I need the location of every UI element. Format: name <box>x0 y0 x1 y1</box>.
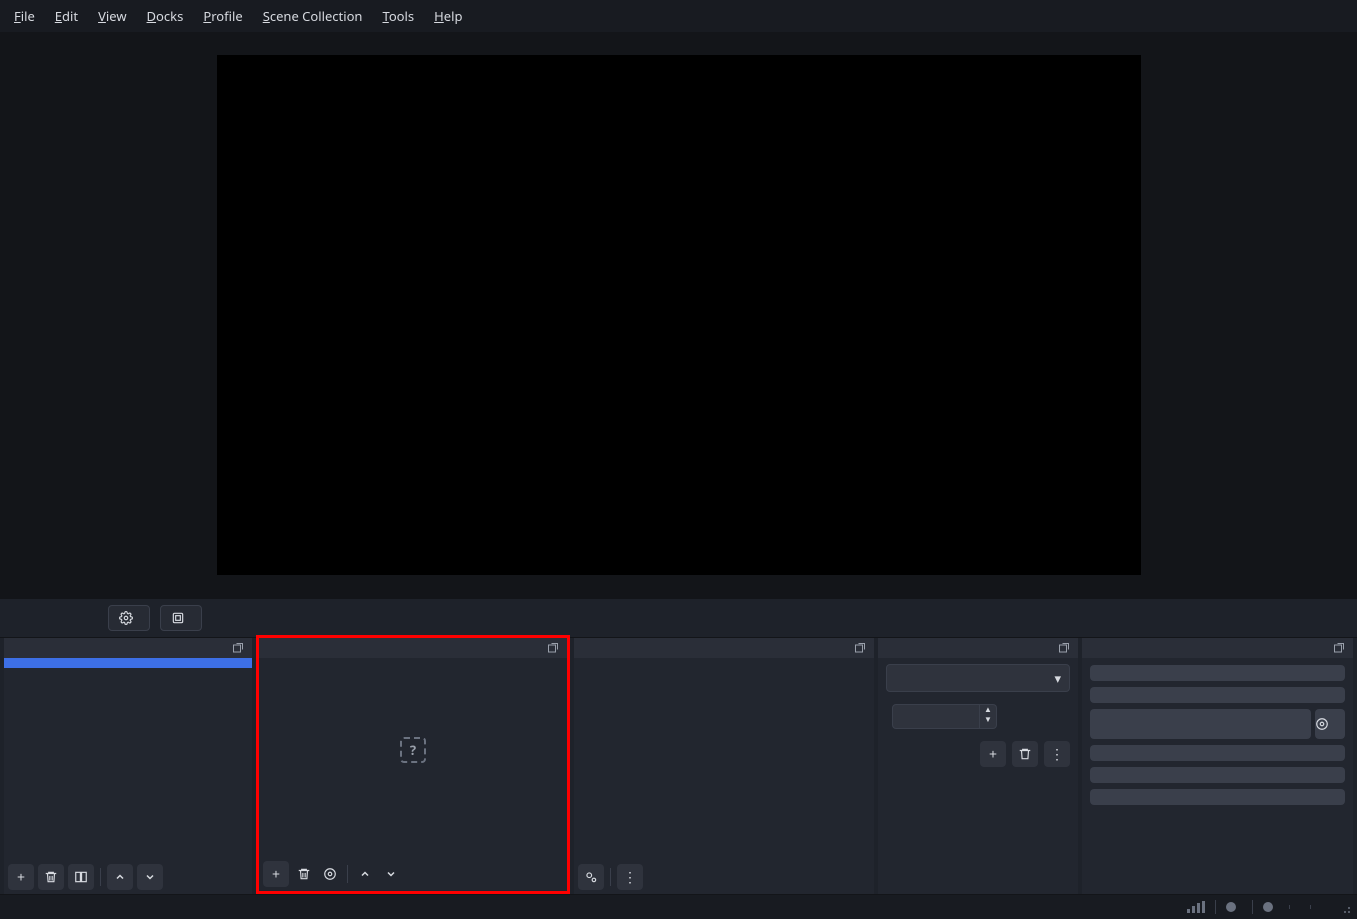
transition-menu-button[interactable]: ⋮ <box>1044 741 1070 767</box>
scene-item[interactable] <box>4 658 252 668</box>
gear-icon <box>119 611 133 625</box>
menu-docks[interactable]: Docks <box>137 3 194 29</box>
chevron-up-icon <box>359 868 371 880</box>
menu-file[interactable]: File <box>4 3 45 29</box>
status-bar <box>0 894 1357 919</box>
audio-mixer-dock: ⋮ <box>574 638 874 894</box>
dots-vertical-icon: ⋮ <box>623 868 637 887</box>
preview-canvas[interactable] <box>217 55 1141 575</box>
menu-scene-collection[interactable]: Scene Collection <box>253 3 373 29</box>
caret-down-icon: ▾ <box>1054 669 1061 687</box>
trash-icon <box>44 870 58 884</box>
remove-source-button[interactable] <box>293 863 315 885</box>
settings-button[interactable] <box>1090 767 1345 783</box>
remove-transition-button[interactable] <box>1012 741 1038 767</box>
popout-icon[interactable] <box>1058 642 1070 654</box>
chevron-down-icon <box>385 868 397 880</box>
selection-bar <box>0 598 1357 638</box>
scene-item[interactable] <box>4 668 252 678</box>
scene-transitions-dock: ▾ ▲ ▼ + ⋮ <box>878 638 1078 894</box>
preview-area <box>0 32 1357 598</box>
plus-icon: + <box>272 865 280 884</box>
filters-icon <box>171 611 185 625</box>
network-icon <box>1187 901 1205 913</box>
remove-scene-button[interactable] <box>38 864 64 890</box>
menu-profile[interactable]: Profile <box>193 3 252 29</box>
scene-down-button[interactable] <box>137 864 163 890</box>
studio-mode-button[interactable] <box>1090 745 1345 761</box>
popout-icon[interactable] <box>1333 642 1345 654</box>
start-virtual-camera-button[interactable] <box>1090 709 1311 739</box>
menu-help[interactable]: Help <box>424 3 472 29</box>
exit-button[interactable] <box>1090 789 1345 805</box>
virtual-camera-settings-button[interactable] <box>1315 709 1345 739</box>
gear-icon <box>323 867 337 881</box>
mixer-menu-button[interactable]: ⋮ <box>617 864 643 890</box>
chevron-down-icon <box>144 871 156 883</box>
popout-icon[interactable] <box>547 642 559 654</box>
advanced-audio-button[interactable] <box>578 864 604 890</box>
plus-icon: + <box>17 868 25 887</box>
properties-button[interactable] <box>108 605 150 631</box>
chevron-up-icon <box>114 871 126 883</box>
scene-filters-button[interactable] <box>68 864 94 890</box>
controls-dock <box>1082 638 1353 894</box>
source-down-button[interactable] <box>380 863 402 885</box>
trash-icon <box>1018 747 1032 761</box>
sources-empty-state[interactable]: ? <box>259 658 567 857</box>
question-icon: ? <box>400 737 426 763</box>
menu-edit[interactable]: Edit <box>45 3 88 29</box>
menu-view[interactable]: View <box>88 3 136 29</box>
source-up-button[interactable] <box>354 863 376 885</box>
source-properties-button[interactable] <box>319 863 341 885</box>
gear-icon <box>1315 717 1345 731</box>
duration-spinbox[interactable]: ▲ ▼ <box>892 704 997 729</box>
popout-icon[interactable] <box>854 642 866 654</box>
rec-dot-icon <box>1263 902 1273 912</box>
resize-grip-icon[interactable] <box>1337 900 1351 914</box>
sources-dock: ? + <box>256 635 570 894</box>
add-scene-button[interactable]: + <box>8 864 34 890</box>
spin-down-icon[interactable]: ▼ <box>980 715 996 725</box>
add-transition-button[interactable]: + <box>980 741 1006 767</box>
filters-button[interactable] <box>160 605 202 631</box>
gears-icon <box>584 870 598 884</box>
scenes-list[interactable] <box>4 658 252 860</box>
start-streaming-button[interactable] <box>1090 665 1345 681</box>
menu-bar: File Edit View Docks Profile Scene Colle… <box>0 0 1357 32</box>
menu-tools[interactable]: Tools <box>372 3 424 29</box>
transition-select[interactable]: ▾ <box>886 664 1070 692</box>
live-dot-icon <box>1226 902 1236 912</box>
add-source-button[interactable]: + <box>263 861 289 887</box>
plus-icon: + <box>989 745 997 764</box>
scene-up-button[interactable] <box>107 864 133 890</box>
start-recording-button[interactable] <box>1090 687 1345 703</box>
duration-input[interactable] <box>892 704 980 729</box>
filter-panel-icon <box>74 870 88 884</box>
popout-icon[interactable] <box>232 642 244 654</box>
dots-vertical-icon: ⋮ <box>1050 745 1064 764</box>
trash-icon <box>297 867 311 881</box>
scenes-dock: + <box>4 638 252 894</box>
docks-row: + ? + <box>0 638 1357 894</box>
